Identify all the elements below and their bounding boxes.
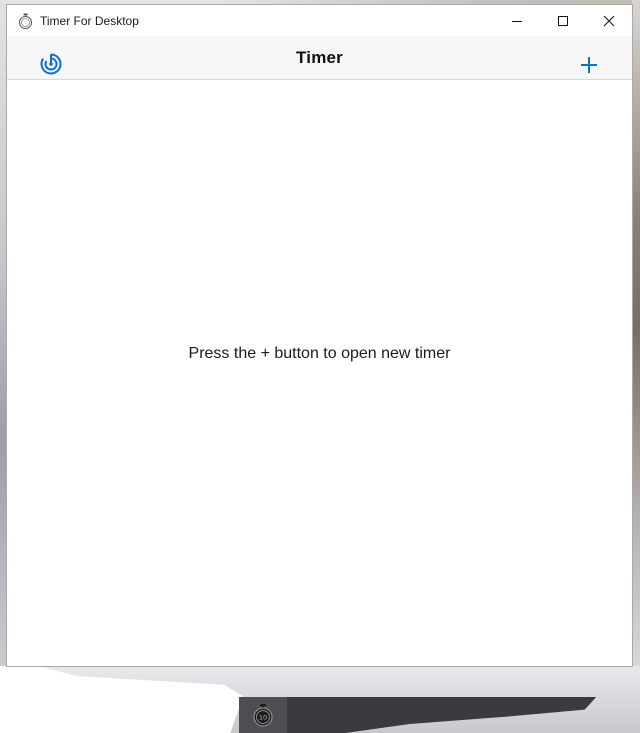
stopwatch-icon-label: 10 — [259, 714, 267, 722]
page-title: Timer — [296, 47, 343, 67]
plus-icon — [581, 57, 597, 73]
taskbar-app-button[interactable]: 10 — [239, 697, 287, 733]
app-icon — [17, 13, 33, 29]
empty-state-message: Press the + button to open new timer — [188, 345, 451, 362]
desktop-wallpaper-right — [632, 0, 640, 733]
window-controls — [494, 5, 632, 36]
close-icon — [603, 15, 615, 26]
timer-dial-icon — [40, 53, 62, 75]
stopwatch-icon: 10 — [253, 704, 273, 727]
minimize-button[interactable] — [494, 5, 540, 36]
close-button[interactable] — [586, 5, 632, 36]
minimize-icon — [512, 20, 522, 22]
timer-mode-button[interactable] — [38, 51, 64, 77]
app-header: Timer — [7, 36, 632, 80]
maximize-button[interactable] — [540, 5, 586, 36]
timer-list-area: Press the + button to open new timer — [7, 80, 632, 666]
maximize-icon — [558, 15, 568, 26]
add-timer-button[interactable] — [575, 51, 603, 79]
window-title: Timer For Desktop — [40, 13, 139, 28]
title-bar[interactable]: Timer For Desktop — [7, 5, 632, 36]
app-window: Timer For Desktop Timer Press the + butt… — [6, 4, 633, 667]
